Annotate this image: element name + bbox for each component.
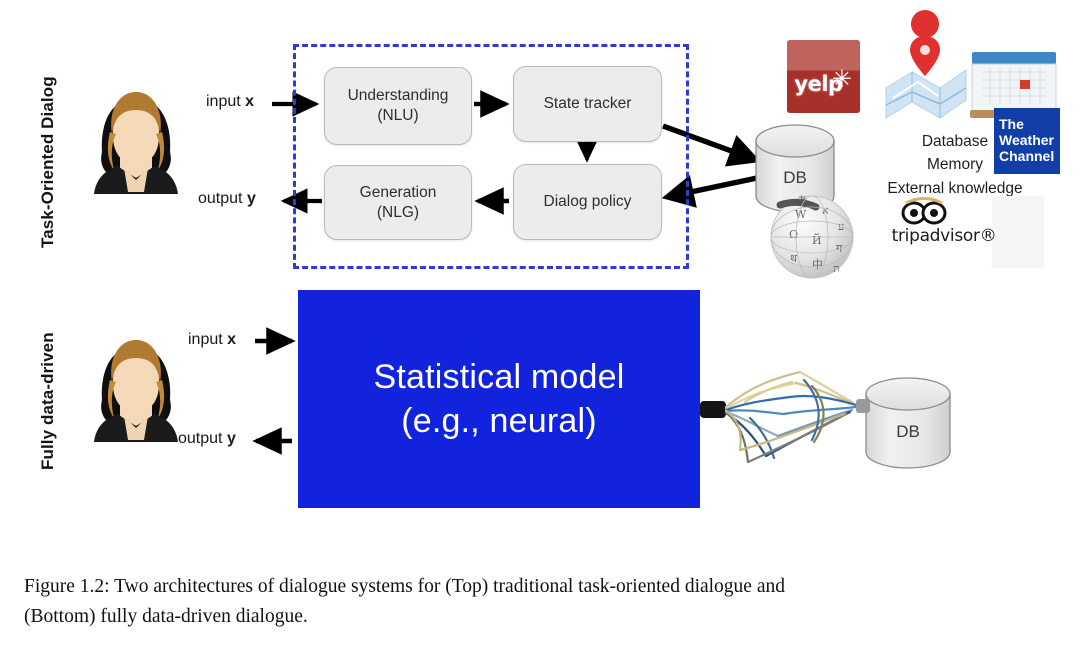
figure-container: W א ע Ω Й ग थ 中 ת あ Task-Oriented Dialog… (0, 0, 1080, 662)
tripadvisor-owl-icon (901, 197, 947, 225)
maps-logo (885, 9, 967, 119)
output-var-bottom: y (226, 430, 236, 447)
svg-text:ת: ת (833, 262, 840, 275)
module-dialog-policy[interactable]: Dialog policy (513, 164, 662, 240)
twc-line3: Channel (999, 147, 1055, 164)
db-bottom-label: DB (896, 422, 920, 441)
svg-text:中: 中 (812, 258, 823, 271)
module-nlu-line2: (NLU) (377, 107, 419, 124)
yelp-logo: yelp ✳ (787, 40, 860, 113)
tripadvisor-logo-label: tripadvisor (891, 226, 980, 246)
module-state-tracker[interactable]: State tracker (513, 66, 662, 142)
figure-caption-line2: (Bottom) fully data-driven dialogue. (24, 606, 308, 628)
module-state-tracker-line1: State tracker (543, 95, 632, 113)
db-top-label: DB (783, 168, 807, 187)
statistical-model-line1: Statistical model (373, 357, 625, 396)
input-var-top: x (245, 93, 255, 110)
twc-line1: The (999, 116, 1024, 133)
svg-text:Ω: Ω (789, 228, 798, 241)
frayed-cable-graphic (700, 370, 870, 464)
input-var-bottom: x (227, 331, 237, 348)
output-label-text-top: output (198, 190, 247, 207)
statistical-model-box[interactable]: Statistical model (e.g., neural) (298, 290, 700, 508)
svg-text:ग: ग (836, 242, 843, 255)
row-label-fully-data-driven: Fully data-driven (38, 332, 57, 470)
module-nlg-line2: (NLG) (376, 203, 420, 221)
svg-text:Й: Й (812, 233, 822, 247)
db-top: DB (756, 125, 834, 213)
yelp-burst-icon: ✳ (831, 65, 852, 93)
module-nlu[interactable]: Understanding (NLU) (324, 67, 472, 145)
output-label-text-bottom: output (178, 430, 227, 447)
tripadvisor-registered-mark: ® (979, 226, 997, 246)
svg-text:थ: थ (790, 252, 798, 265)
io-label-input-bottom: input x (188, 331, 236, 349)
figure-caption-line1: Figure 1.2: Two architectures of dialogu… (24, 576, 785, 597)
tripadvisor-logo: tripadvisor® (884, 226, 1004, 246)
io-label-input-top: input x (206, 93, 254, 111)
module-nlg[interactable]: Generation (NLG) (324, 165, 472, 240)
twc-line2: Weather (999, 132, 1054, 149)
module-dialog-policy-line1: Dialog policy (543, 193, 632, 211)
user-avatar-bottom (92, 340, 180, 442)
statistical-model-line2: (e.g., neural) (401, 402, 597, 440)
module-nlg-line1: Generation (359, 183, 437, 201)
output-var-top: y (246, 190, 256, 207)
row-label-task-oriented: Task-Oriented Dialog (38, 76, 57, 248)
module-nlu-line1: Understanding (347, 87, 449, 105)
svg-text:ע: ע (838, 220, 844, 233)
user-avatar-top (92, 92, 180, 194)
weather-channel-logo: The Weather Channel (994, 108, 1060, 174)
db-bottom: DB (866, 378, 950, 470)
input-label-text-bottom: input (188, 331, 228, 348)
io-label-output-top: output y (198, 190, 256, 208)
input-label-text-top: input (206, 93, 246, 110)
figure-caption: Figure 1.2: Two architectures of dialogu… (24, 572, 1062, 632)
io-label-output-bottom: output y (178, 430, 236, 448)
